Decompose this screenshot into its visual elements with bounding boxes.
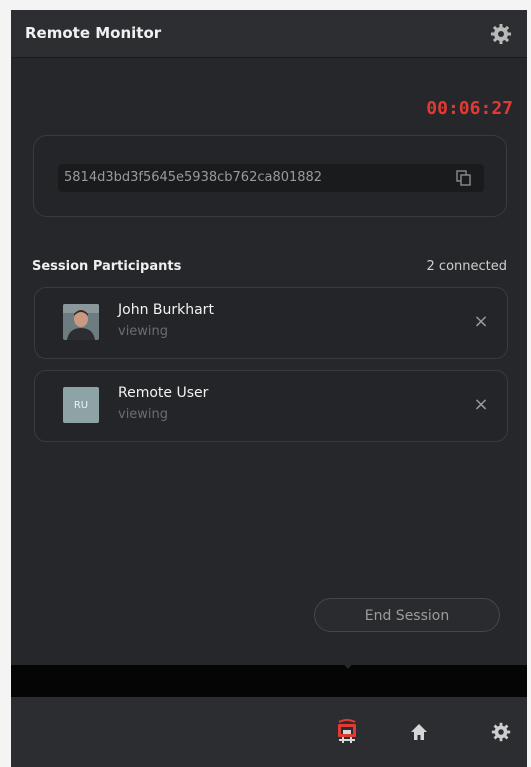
participant-status: viewing [118,407,169,422]
gear-icon[interactable] [487,718,515,746]
participants-count: 2 connected [426,259,507,274]
avatar: RU [63,387,99,423]
participants-heading: Session Participants [32,259,182,274]
participant-name: Remote User [118,385,209,401]
avatar [63,304,99,340]
participant-status: viewing [118,324,169,339]
gear-icon[interactable] [489,22,513,46]
participant-name: John Burkhart [118,302,214,318]
participant-item: John Burkhart viewing × [34,287,508,359]
session-id-text: 5814d3bd3f5645e5938cb762ca801882 [64,170,323,185]
participant-item: RU Remote User viewing × [34,370,508,442]
monitor-icon[interactable] [333,718,361,746]
session-timer: 00:06:27 [426,98,513,119]
panel-header: Remote Monitor [11,10,527,58]
remote-monitor-panel: Remote Monitor 00:06:27 5814d3bd3f5645e5… [11,10,527,767]
copy-icon[interactable] [456,170,472,186]
session-id-card: 5814d3bd3f5645e5938cb762ca801882 [33,135,507,217]
divider-bar [11,665,527,697]
close-icon[interactable]: × [469,310,493,334]
bottom-nav [11,697,527,767]
session-id-field[interactable]: 5814d3bd3f5645e5938cb762ca801882 [58,164,484,192]
panel-title: Remote Monitor [25,24,162,42]
home-icon[interactable] [405,718,433,746]
popover-pointer [334,653,362,669]
close-icon[interactable]: × [469,393,493,417]
end-session-button[interactable]: End Session [314,598,500,632]
